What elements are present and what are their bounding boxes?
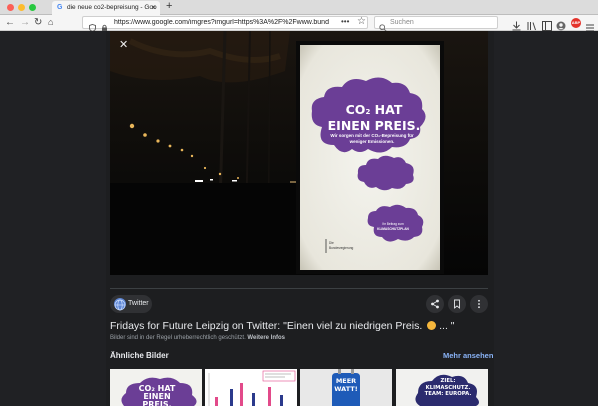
thumb-text: CO₂ HAT EINEN PREIS.	[138, 384, 176, 406]
back-arrow-icon[interactable]: ←	[5, 17, 15, 28]
forward-arrow-icon[interactable]: →	[20, 17, 30, 28]
window-titlebar: G die neue co2-bepreisung - Goo × +	[0, 0, 598, 15]
home-icon[interactable]: ⌂	[48, 17, 53, 28]
browser-tab[interactable]: G die neue co2-bepreisung - Goo ×	[52, 1, 160, 15]
globe-icon	[114, 298, 126, 311]
zoom-window-button[interactable]	[29, 4, 36, 11]
poster-subline: Wir sorgen mit der CO₂-Bepreisung für we…	[330, 133, 414, 144]
page-content: CO2 HAT EINEN PREIS. Wir sorgen mit der …	[0, 31, 598, 406]
preview-image[interactable]: CO2 HAT EINEN PREIS. Wir sorgen mit der …	[110, 31, 488, 275]
google-favicon-icon: G	[57, 4, 63, 11]
thumb-text: MEER WATT!	[334, 377, 358, 393]
tab-title: die neue co2-bepreisung - Goo	[67, 4, 157, 11]
similar-chart-thumb[interactable]	[205, 369, 297, 406]
save-button[interactable]	[448, 295, 466, 313]
bookmark-icon	[454, 299, 460, 309]
search-placeholder: Suchen	[390, 19, 414, 26]
tab-close-icon[interactable]: ×	[151, 3, 156, 12]
close-preview-icon[interactable]: ✕	[119, 38, 128, 51]
image-title[interactable]: Fridays for Future Leipzig on Twitter: "…	[110, 320, 490, 332]
divider	[110, 288, 488, 289]
source-label: Twitter	[128, 300, 149, 307]
address-bar[interactable]: https://www.google.com/imgres?imgurl=htt…	[82, 16, 368, 32]
thumbs-up-icon	[427, 321, 437, 330]
poster-ministry-text: Die Bundesregierung	[329, 241, 354, 250]
source-chip[interactable]: Twitter	[110, 295, 152, 313]
image-title-text: Fridays for Future Leipzig on Twitter: "…	[110, 320, 423, 332]
new-tab-button[interactable]: +	[166, 0, 172, 12]
more-options-button[interactable]	[470, 295, 488, 313]
more-info-link[interactable]: Weitere Infos	[247, 335, 285, 341]
share-button[interactable]	[426, 295, 444, 313]
thumb-text: ZIEL: KLIMASCHUTZ. TEAM: EUROPA.	[424, 378, 472, 397]
poster-headline: CO2 HAT EINEN PREIS.	[327, 102, 421, 133]
reload-icon[interactable]: ↻	[34, 17, 42, 28]
see-more-link[interactable]: Mehr ansehen	[443, 351, 493, 360]
similar-images-heading: Ähnliche Bilder	[110, 351, 169, 360]
copyright-notice: Bilder sind in der Regel urheberrechtlic…	[110, 335, 285, 341]
search-field[interactable]: Suchen	[374, 16, 498, 32]
more-vert-icon	[478, 299, 480, 309]
poster-small-cloud-text: Ihr Beitrag zum KLIMASCHUTZPLAN	[377, 222, 409, 231]
image-title-tail: ... "	[439, 320, 455, 332]
close-window-button[interactable]	[7, 4, 14, 11]
similar-image-thumb-meer-watt[interactable]: MEER WATT!	[300, 369, 392, 406]
share-icon	[431, 299, 439, 309]
page-actions-icon[interactable]: •••	[341, 17, 349, 26]
star-bookmark-icon[interactable]: ☆	[357, 16, 366, 27]
url-text: https://www.google.com/imgres?imgurl=htt…	[114, 19, 329, 26]
navigation-toolbar: ← → ↻ ⌂ https://www.google.com/imgres?im…	[0, 15, 598, 32]
adblock-plus-icon[interactable]: ABP	[571, 18, 581, 28]
copyright-text: Bilder sind in der Regel urheberrechtlic…	[110, 335, 246, 341]
similar-image-thumb[interactable]: CO₂ HAT EINEN PREIS.	[110, 369, 202, 406]
minimize-window-button[interactable]	[18, 4, 25, 11]
similar-image-thumb-klimaschutz[interactable]: ZIEL: KLIMASCHUTZ. TEAM: EUROPA.	[396, 369, 488, 406]
